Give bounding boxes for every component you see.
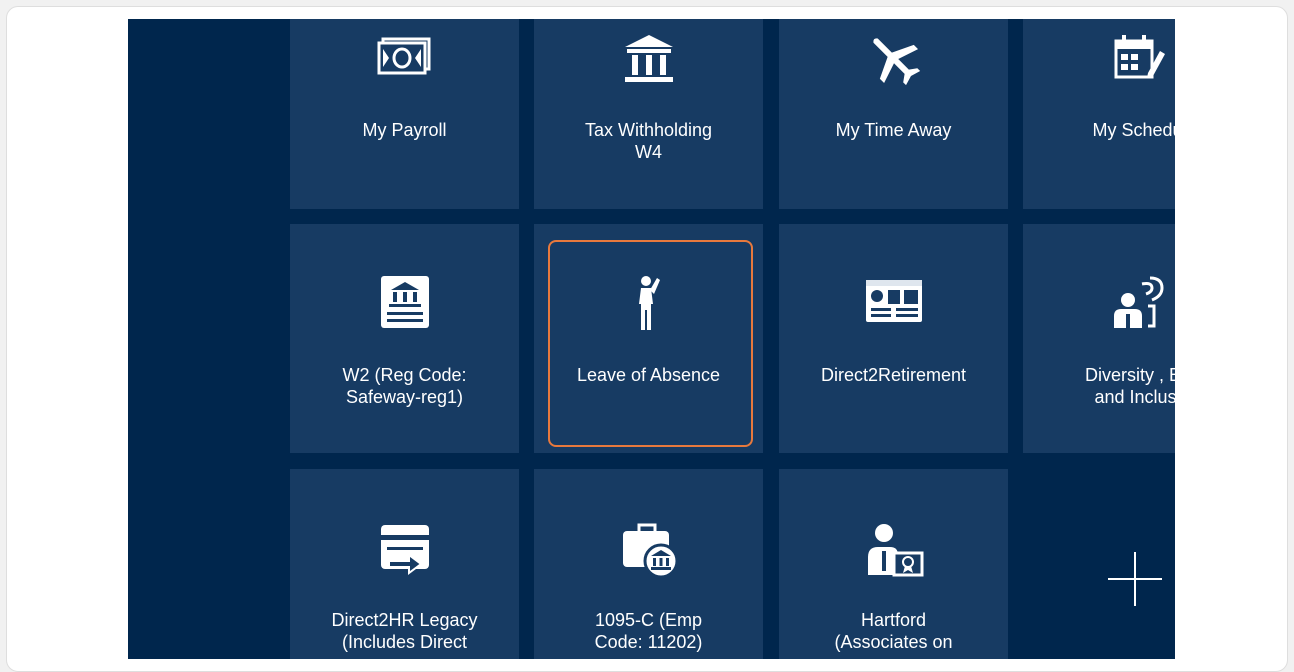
people-speaking-icon: [1113, 276, 1164, 328]
tile-label: Leave of Absence: [576, 365, 721, 385]
tax-document-icon: [380, 276, 429, 328]
bank-icon: [624, 35, 673, 82]
tile-label-line2: W4: [635, 142, 662, 162]
tile-label: W2 (Reg Code:: [342, 365, 467, 385]
tile-label: Tax Withholding: [584, 120, 713, 140]
tile-label: Direct2HR Legacy: [331, 610, 478, 630]
tile-my-payroll[interactable]: My Payroll: [290, 19, 519, 209]
card-transfer-icon: [380, 525, 429, 575]
tile-label: Diversity , Ec: [1084, 365, 1175, 385]
tile-label: Hartford: [860, 610, 927, 630]
tile-1095-c[interactable]: 1095-C (Emp Code: 11202): [534, 469, 763, 659]
tile-leave-of-absence[interactable]: Leave of Absence: [534, 224, 763, 453]
dashboard-card-icon: [865, 280, 922, 322]
tile-my-time-away[interactable]: My Time Away: [779, 19, 1008, 209]
tile-tax-withholding-w4[interactable]: Tax Withholding W4: [534, 19, 763, 209]
tile-label: My Time Away: [835, 120, 952, 140]
tile-direct2retirement[interactable]: Direct2Retirement: [779, 224, 1008, 453]
money-icon: [377, 37, 430, 75]
tile-my-schedule[interactable]: My Schedu: [1023, 19, 1175, 209]
airplane-icon: [872, 38, 920, 86]
tile-label-line2: and Inclusi: [1094, 387, 1175, 407]
tile-label-line2: Code: 11202): [594, 632, 703, 652]
tile-w2[interactable]: W2 (Reg Code: Safeway-reg1): [290, 224, 519, 453]
briefcase-bank-icon: [622, 523, 678, 579]
screenshot-frame: My Payroll Tax Withholding W4 My Time Aw…: [6, 6, 1288, 672]
tile-diversity-equity-inclusion[interactable]: Diversity , Ec and Inclusi: [1023, 224, 1175, 453]
tile-label-line2: Safeway-reg1): [345, 387, 464, 407]
tile-label-line2: (Associates on: [834, 632, 953, 652]
calendar-edit-icon: [1114, 35, 1165, 79]
person-certificate-icon: [867, 524, 923, 577]
tile-label-line2: (Includes Direct: [341, 632, 468, 652]
add-tile-button[interactable]: [1023, 469, 1175, 659]
tile-direct2hr-legacy[interactable]: Direct2HR Legacy (Includes Direct: [290, 469, 519, 659]
tile-hartford[interactable]: Hartford (Associates on: [779, 469, 1008, 659]
tile-label: Direct2Retirement: [820, 365, 967, 385]
tile-label: My Payroll: [362, 120, 447, 140]
springboard-grid: My Payroll Tax Withholding W4 My Time Aw…: [128, 19, 1175, 659]
person-waving-icon: [638, 276, 660, 330]
tile-label: 1095-C (Emp: [594, 610, 703, 630]
tile-label: My Schedu: [1092, 120, 1175, 140]
